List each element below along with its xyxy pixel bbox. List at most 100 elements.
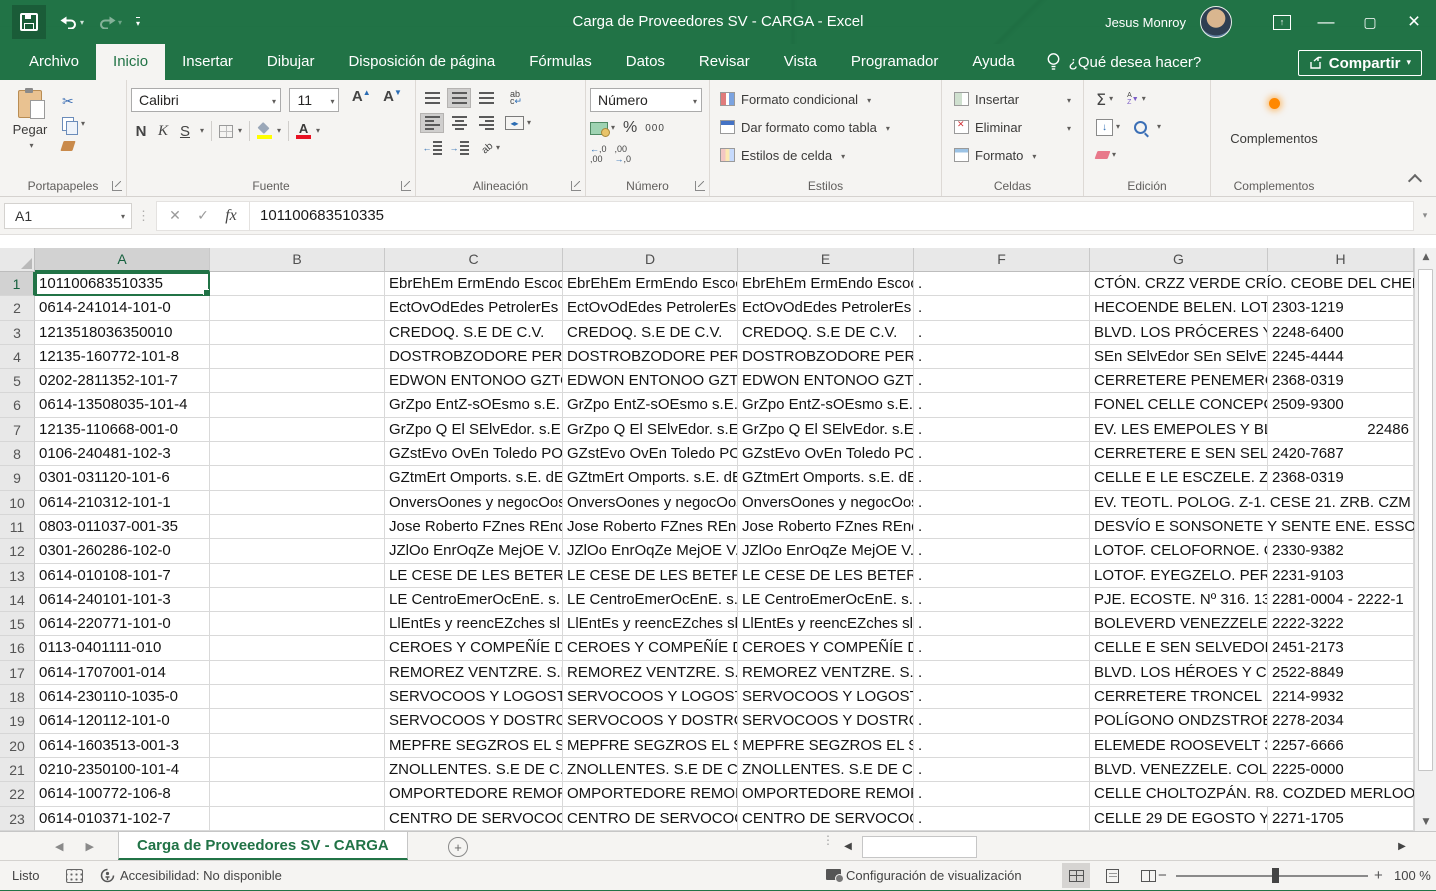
cell-F14[interactable]: .: [914, 588, 1090, 612]
cell-H2[interactable]: 2303-1219: [1268, 296, 1414, 320]
cell-E15[interactable]: LlEntEs y reencEZches sl: [738, 612, 914, 636]
cell-H17[interactable]: 2522-8849: [1268, 661, 1414, 685]
cell-A20[interactable]: 0614-1603513-001-3: [35, 734, 210, 758]
cell-E21[interactable]: ZNOLLENTES. S.E DE C.V.: [738, 758, 914, 782]
cell-B5[interactable]: [210, 369, 385, 393]
cell-E2[interactable]: EctOvOdEdes PetrolerEs: [738, 296, 914, 320]
cell-C15[interactable]: LlEntEs y reencEZches sl: [385, 612, 563, 636]
cell-D1[interactable]: EbrEhEm ErmEndo EscocOE: [563, 272, 738, 296]
number-dialog-launcher[interactable]: [695, 181, 705, 191]
cell-G14[interactable]: PJE. ECOSTE. Nº 316. 13: [1090, 588, 1268, 612]
cell-E12[interactable]: JZlOo EnrOqZe MejOE V.: [738, 539, 914, 563]
row-header-15[interactable]: 15: [0, 612, 35, 636]
borders-caret-icon[interactable]: [235, 122, 242, 140]
cell-A10[interactable]: 0614-210312-101-1: [35, 491, 210, 515]
cell-E8[interactable]: GZstEvo OvEn Toledo PO: [738, 442, 914, 466]
cell-H18[interactable]: 2214-9932: [1268, 685, 1414, 709]
cell-D11[interactable]: Jose Roberto FZnes REnd: [563, 515, 738, 539]
accessibility-checker[interactable]: Accesibilidad: No disponible: [100, 861, 282, 890]
cell-F5[interactable]: .: [914, 369, 1090, 393]
vertical-scrollbar[interactable]: ▲ ▼: [1414, 248, 1436, 831]
ribbon-tab-archivo[interactable]: Archivo: [12, 44, 96, 80]
zoom-level[interactable]: 100 %: [1394, 861, 1431, 890]
row-header-23[interactable]: 23: [0, 807, 35, 831]
cell-H4[interactable]: 2245-4444: [1268, 345, 1414, 369]
align-left-button[interactable]: [420, 113, 444, 133]
cell-F16[interactable]: .: [914, 636, 1090, 660]
cell-C23[interactable]: CENTRO DE SERVOCOO: [385, 807, 563, 831]
cell-G3[interactable]: BLVD. LOS PRÓCERES Y: [1090, 321, 1268, 345]
formula-bar-splitter[interactable]: ⋮: [137, 208, 151, 224]
cell-styles-button[interactable]: Estilos de celda: [720, 144, 937, 166]
cell-D20[interactable]: MEPFRE SEGZROS EL SE: [563, 734, 738, 758]
confirm-entry-icon[interactable]: ✓: [189, 208, 217, 224]
cell-C4[interactable]: DOSTROBZODORE PEREGON: [385, 345, 563, 369]
cell-D17[interactable]: REMOREZ VENTZRE. S.E.: [563, 661, 738, 685]
cell-G13[interactable]: LOTOF. EYEGZELO. PER: [1090, 564, 1268, 588]
format-painter-icon[interactable]: [60, 141, 75, 151]
cell-E9[interactable]: GZtmErt Omports. s.E. dE: [738, 466, 914, 490]
cell-G1[interactable]: CTÓN. CRZZ VERDE CRÍO. CEOBE DEL CHER: [1090, 272, 1268, 296]
orientation-button[interactable]: ab: [474, 138, 508, 158]
column-header-H[interactable]: H: [1268, 248, 1414, 272]
cell-C16[interactable]: CEROES Y COMPEÑÍE DE: [385, 636, 563, 660]
cell-D23[interactable]: CENTRO DE SERVOCOO: [563, 807, 738, 831]
cell-F23[interactable]: .: [914, 807, 1090, 831]
close-button[interactable]: ×: [1392, 0, 1436, 44]
cell-D9[interactable]: GZtmErt Omports. s.E. dE: [563, 466, 738, 490]
cell-B14[interactable]: [210, 588, 385, 612]
italic-button[interactable]: K: [153, 120, 173, 142]
cancel-entry-icon[interactable]: ✕: [161, 208, 189, 224]
tab-scrollbar-splitter[interactable]: ⋮: [822, 837, 834, 843]
cell-D21[interactable]: ZNOLLENTES. S.E DE C.V.: [563, 758, 738, 782]
align-middle-button[interactable]: [447, 88, 471, 108]
cell-E17[interactable]: REMOREZ VENTZRE. S.E.: [738, 661, 914, 685]
cell-C13[interactable]: LE CESE DE LES BETEROE: [385, 564, 563, 588]
column-header-D[interactable]: D: [563, 248, 738, 272]
cell-G6[interactable]: FONEL CELLE CONCEPC: [1090, 393, 1268, 417]
insert-function-icon[interactable]: fx: [217, 207, 245, 225]
ribbon-tab-datos[interactable]: Datos: [609, 44, 682, 80]
customize-quick-access-button[interactable]: ▾: [136, 17, 140, 28]
cell-E3[interactable]: CREDOQ. S.E DE C.V.: [738, 321, 914, 345]
row-header-2[interactable]: 2: [0, 296, 35, 320]
sheet-tab-active[interactable]: Carga de Proveedores SV - CARGA: [118, 832, 408, 860]
cell-H19[interactable]: 2278-2034: [1268, 709, 1414, 733]
align-bottom-button[interactable]: [474, 88, 498, 108]
align-center-button[interactable]: [447, 113, 471, 133]
cell-G4[interactable]: SEn SElvEdor SEn SElvEd: [1090, 345, 1268, 369]
cell-G19[interactable]: POLÍGONO ONDZSTROB: [1090, 709, 1268, 733]
cell-B22[interactable]: [210, 782, 385, 806]
cell-A1[interactable]: 101100683510335: [35, 272, 210, 296]
cell-E14[interactable]: LE CentroEmerOcEnE. s.: [738, 588, 914, 612]
avatar[interactable]: [1200, 6, 1232, 38]
row-header-3[interactable]: 3: [0, 321, 35, 345]
cell-E16[interactable]: CEROES Y COMPEÑÍE DE: [738, 636, 914, 660]
cell-A22[interactable]: 0614-100772-106-8: [35, 782, 210, 806]
underline-caret-icon[interactable]: [197, 122, 204, 140]
redo-button[interactable]: ▾: [98, 15, 122, 29]
cell-H16[interactable]: 2451-2173: [1268, 636, 1414, 660]
column-header-F[interactable]: F: [914, 248, 1090, 272]
row-header-21[interactable]: 21: [0, 758, 35, 782]
cell-A7[interactable]: 12135-110668-001-0: [35, 418, 210, 442]
ribbon-tab-revisar[interactable]: Revisar: [682, 44, 767, 80]
increase-indent-button[interactable]: →: [447, 138, 471, 158]
font-size-combo[interactable]: 11: [289, 88, 339, 112]
cell-C10[interactable]: OnversOones y negocOos: [385, 491, 563, 515]
cell-G9[interactable]: CELLE E LE ESCZELE. ZO: [1090, 466, 1268, 490]
cell-G16[interactable]: CELLE E SEN SELVEDOR: [1090, 636, 1268, 660]
cell-B3[interactable]: [210, 321, 385, 345]
delete-cells-button[interactable]: Eliminar: [954, 116, 1079, 138]
view-normal-button[interactable]: [1062, 863, 1090, 888]
insert-cells-button[interactable]: Insertar: [954, 88, 1079, 110]
cell-E10[interactable]: OnversOones y negocOos: [738, 491, 914, 515]
name-box[interactable]: A1: [4, 203, 132, 229]
cell-F21[interactable]: .: [914, 758, 1090, 782]
cell-G5[interactable]: CERRETERE PENEMERO: [1090, 369, 1268, 393]
paste-caret-icon[interactable]: [4, 137, 56, 152]
cell-E18[interactable]: SERVOCOOS Y LOGOSTO: [738, 685, 914, 709]
cell-E1[interactable]: EbrEhEm ErmEndo EscocOE: [738, 272, 914, 296]
font-color-caret-icon[interactable]: [313, 122, 320, 140]
increase-font-icon[interactable]: A▲: [352, 88, 371, 105]
